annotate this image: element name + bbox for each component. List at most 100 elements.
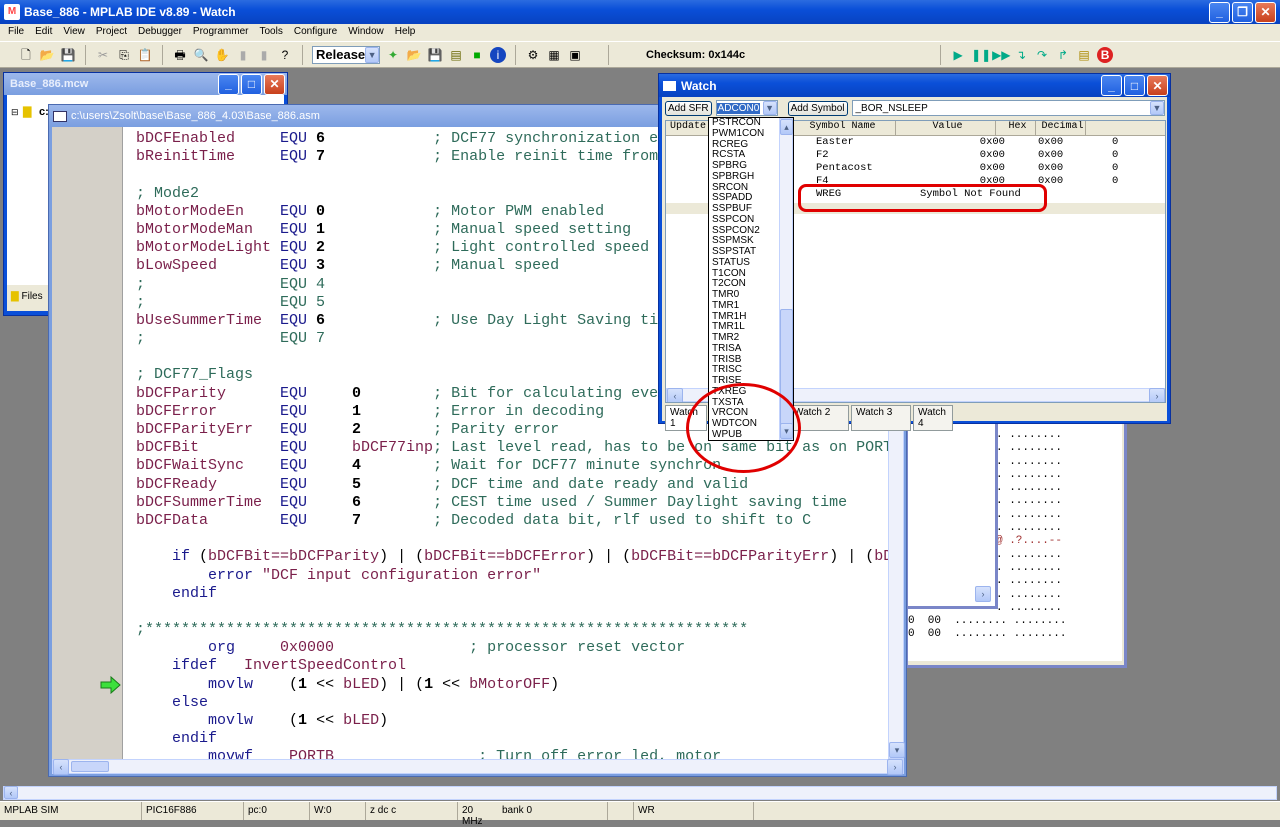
symbol-select[interactable]: _BOR_NSLEEP ▼ xyxy=(851,100,1165,116)
window-icon[interactable]: ▣ xyxy=(567,47,583,63)
column-header[interactable]: Hex xyxy=(996,121,1036,135)
scroll-left-button[interactable]: ‹ xyxy=(4,786,18,799)
code-token: ; EQU 7 xyxy=(136,330,326,348)
scroll-right-button[interactable]: › xyxy=(887,759,903,775)
watch-maximize-button[interactable]: □ xyxy=(1124,75,1145,96)
save-icon[interactable]: 💾 xyxy=(60,47,76,63)
new-project-icon[interactable]: ✦ xyxy=(385,47,401,63)
info-icon[interactable]: i xyxy=(490,46,506,63)
menu-view[interactable]: View xyxy=(63,26,85,37)
code-token: bDCFBit==bDCFError xyxy=(424,548,587,566)
code-token: << xyxy=(307,712,344,729)
code-token: EQU xyxy=(280,493,353,511)
menu-window[interactable]: Window xyxy=(348,26,384,37)
minimize-button[interactable]: _ xyxy=(1209,1,1230,23)
editor-gutter[interactable] xyxy=(52,127,123,759)
new-file-icon[interactable]: 🗋 xyxy=(18,47,34,63)
menu-tools[interactable]: Tools xyxy=(259,26,282,37)
column-header[interactable]: Symbol Name xyxy=(786,121,896,135)
workspace-close-button[interactable]: ✕ xyxy=(264,73,285,95)
memory-row: . ........ xyxy=(996,601,1063,614)
step-into-icon[interactable]: ↴ xyxy=(1013,47,1029,63)
sfr-select[interactable]: ADCON0 ▼ xyxy=(715,100,778,116)
reset-icon[interactable]: ▤ xyxy=(1076,47,1092,63)
code-token: movlw xyxy=(208,675,290,693)
workspace-title: Base_886.mcw xyxy=(10,78,89,90)
find-icon[interactable]: 🔍 xyxy=(193,47,209,63)
code-line: if (bDCFBit==bDCFParity) | (bDCFBit==bDC… xyxy=(136,548,888,566)
scroll-up-button[interactable]: ▴ xyxy=(780,119,793,135)
scroll-right-button[interactable]: › xyxy=(975,586,991,602)
dropdown-scrollbar[interactable]: ▴ ▾ xyxy=(779,118,793,440)
scroll-right-button[interactable]: › xyxy=(1149,388,1165,402)
tree-expand-icon[interactable]: ⊟ xyxy=(11,107,19,118)
menu-configure[interactable]: Configure xyxy=(294,26,337,37)
breakpoint-icon[interactable]: B xyxy=(1097,46,1114,63)
code-token: 7 xyxy=(352,511,362,529)
code-token: bDCFData xyxy=(136,511,281,529)
mdi-horizontal-scrollbar[interactable]: ‹ xyxy=(3,786,1277,800)
copy-icon[interactable]: ⎘ xyxy=(116,47,132,63)
menu-file[interactable]: File xyxy=(8,26,24,37)
symbol-hex: 0x00 xyxy=(1038,136,1064,148)
print-icon[interactable]: 🖶 xyxy=(172,47,188,63)
halt-icon[interactable]: ❚❚ xyxy=(971,47,991,63)
maximize-button[interactable]: ❐ xyxy=(1232,1,1253,23)
build-icon[interactable]: ▤ xyxy=(448,47,464,63)
tab-watch-4[interactable]: Watch 4 xyxy=(913,405,953,431)
animate-icon[interactable]: ▶▶ xyxy=(992,47,1010,63)
prev-bookmark-icon[interactable]: ▮ xyxy=(256,47,272,63)
menu-project[interactable]: Project xyxy=(96,26,127,37)
code-token: bDCFWaitSync xyxy=(136,457,281,475)
build-config-value: Release xyxy=(316,47,366,62)
help-icon[interactable]: ? xyxy=(277,47,293,63)
add-sfr-button[interactable]: Add SFR xyxy=(665,100,712,116)
code-token: ( xyxy=(289,675,299,693)
editor-title: c:\users\Zsolt\base\Base_886_4.03\Base_8… xyxy=(71,110,320,122)
cut-icon[interactable]: ✂ xyxy=(95,47,111,63)
code-token: ; processor reset vector xyxy=(469,639,686,657)
menu-debugger[interactable]: Debugger xyxy=(138,26,182,37)
column-header[interactable]: Value xyxy=(896,121,996,135)
scroll-thumb[interactable] xyxy=(71,761,109,772)
tab-watch-3[interactable]: Watch 3 xyxy=(851,405,911,431)
menu-edit[interactable]: Edit xyxy=(35,26,52,37)
code-token: 2 xyxy=(352,421,362,438)
symbol-name: Pentacost xyxy=(816,162,873,174)
program-icon[interactable]: ⚙ xyxy=(525,47,541,63)
status-w: W:0 xyxy=(310,802,366,820)
run-icon[interactable]: ▶ xyxy=(950,47,966,63)
add-symbol-button[interactable]: Add Symbol xyxy=(787,100,848,116)
close-button[interactable]: ✕ xyxy=(1255,1,1276,23)
code-token: ; Motor PWM enabled xyxy=(433,202,605,220)
horizontal-scrollbar[interactable]: ‹ › xyxy=(52,759,904,775)
memory-window: . ......... ......... ......... ........… xyxy=(905,398,1127,668)
memory-icon[interactable]: ▦ xyxy=(546,47,562,63)
workspace-minimize-button[interactable]: _ xyxy=(218,73,239,95)
watch-close-button[interactable]: ✕ xyxy=(1147,75,1168,96)
bookmark-icon[interactable]: ✋ xyxy=(214,47,230,63)
code-token: bDCFBit xyxy=(136,439,281,457)
scroll-down-button[interactable]: ▾ xyxy=(889,742,905,758)
step-out-icon[interactable]: ↱ xyxy=(1055,47,1071,63)
step-over-icon[interactable]: ↷ xyxy=(1034,47,1050,63)
scroll-left-button[interactable]: ‹ xyxy=(667,388,683,402)
watch-minimize-button[interactable]: _ xyxy=(1101,75,1122,96)
open-icon[interactable]: 📂 xyxy=(39,47,55,63)
workspace-maximize-button[interactable]: □ xyxy=(241,73,262,95)
menu-programmer[interactable]: Programmer xyxy=(193,26,249,37)
app-title-bar: M Base_886 - MPLAB IDE v8.89 - Watch _ ❐… xyxy=(0,0,1280,24)
next-bookmark-icon[interactable]: ▮ xyxy=(235,47,251,63)
menu-help[interactable]: Help xyxy=(395,26,416,37)
build-config-select[interactable]: Release ▼ xyxy=(312,45,380,64)
open-project-icon[interactable]: 📂 xyxy=(406,47,422,63)
symbol-hex: 0x00 xyxy=(1038,162,1064,174)
paste-icon[interactable]: 📋 xyxy=(137,47,153,63)
code-token: ; DCF time and date ready and valid xyxy=(433,475,749,493)
save-project-icon[interactable]: 💾 xyxy=(427,47,443,63)
column-header[interactable]: Decimal xyxy=(1036,121,1086,135)
code-line: movlw (1 << bLED) | (1 << bMotorOFF) xyxy=(136,676,888,694)
scroll-left-button[interactable]: ‹ xyxy=(53,759,69,775)
make-icon[interactable]: ■ xyxy=(469,47,485,63)
